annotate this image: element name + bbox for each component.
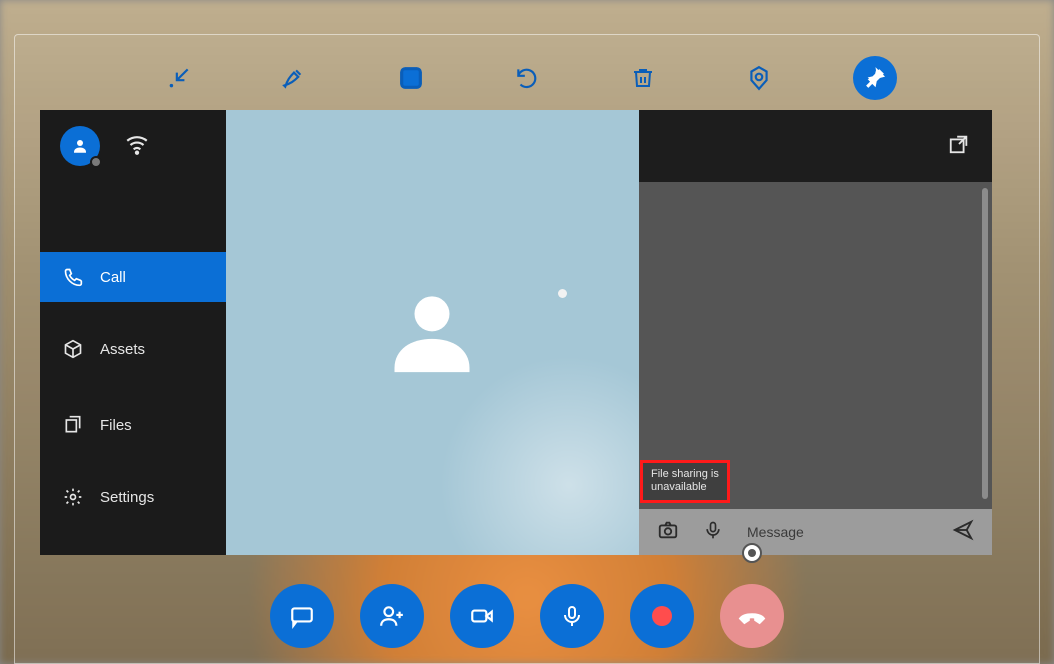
recording-indicator xyxy=(742,543,762,563)
wifi-icon[interactable] xyxy=(124,131,150,162)
add-person-button[interactable] xyxy=(360,584,424,648)
sidebar-item-label: Settings xyxy=(100,489,154,506)
pen-icon[interactable] xyxy=(273,56,317,100)
arrow-in-icon[interactable] xyxy=(157,56,201,100)
chat-body: File sharing is unavailable xyxy=(639,182,992,509)
gear-icon xyxy=(62,487,84,507)
status-dot xyxy=(90,156,102,168)
open-external-icon[interactable] xyxy=(948,133,970,160)
chat-button[interactable] xyxy=(270,584,334,648)
undo-icon[interactable] xyxy=(505,56,549,100)
box-icon xyxy=(62,339,84,359)
pointer-dot xyxy=(558,289,567,298)
chat-panel: File sharing is unavailable xyxy=(639,110,992,555)
sidebar-item-call[interactable]: Call xyxy=(40,252,226,302)
files-icon xyxy=(62,415,84,435)
record-button[interactable] xyxy=(630,584,694,648)
call-controls xyxy=(0,584,1054,648)
sidebar-item-label: Call xyxy=(100,269,126,286)
trash-icon[interactable] xyxy=(621,56,665,100)
sidebar-item-assets[interactable]: Assets xyxy=(40,324,226,374)
file-sharing-tooltip: File sharing is unavailable xyxy=(640,460,730,504)
camera-icon[interactable] xyxy=(657,519,679,546)
microphone-icon[interactable] xyxy=(703,520,723,545)
send-icon[interactable] xyxy=(952,519,974,546)
sidebar-item-files[interactable]: Files xyxy=(40,400,226,450)
sidebar-item-settings[interactable]: Settings xyxy=(40,472,226,522)
sidebar-header xyxy=(40,110,226,182)
microphone-button[interactable] xyxy=(540,584,604,648)
remote-avatar-icon xyxy=(382,280,482,385)
phone-icon xyxy=(62,267,84,287)
target-icon[interactable] xyxy=(737,56,781,100)
video-button[interactable] xyxy=(450,584,514,648)
hangup-button[interactable] xyxy=(720,584,784,648)
scrollbar[interactable] xyxy=(982,188,988,499)
video-area[interactable] xyxy=(226,110,639,555)
sidebar: Call Assets Files Settings xyxy=(40,110,226,555)
sidebar-item-label: Assets xyxy=(100,341,145,358)
app-window: Call Assets Files Settings xyxy=(40,110,992,555)
pin-button[interactable] xyxy=(853,56,897,100)
message-input[interactable] xyxy=(747,524,928,540)
annotation-toolbar xyxy=(14,48,1040,108)
square-icon[interactable] xyxy=(389,56,433,100)
avatar[interactable] xyxy=(60,126,100,166)
tooltip-text: File sharing is unavailable xyxy=(651,468,719,494)
sidebar-item-label: Files xyxy=(100,417,132,434)
chat-input-row xyxy=(639,509,992,555)
chat-header xyxy=(639,110,992,182)
